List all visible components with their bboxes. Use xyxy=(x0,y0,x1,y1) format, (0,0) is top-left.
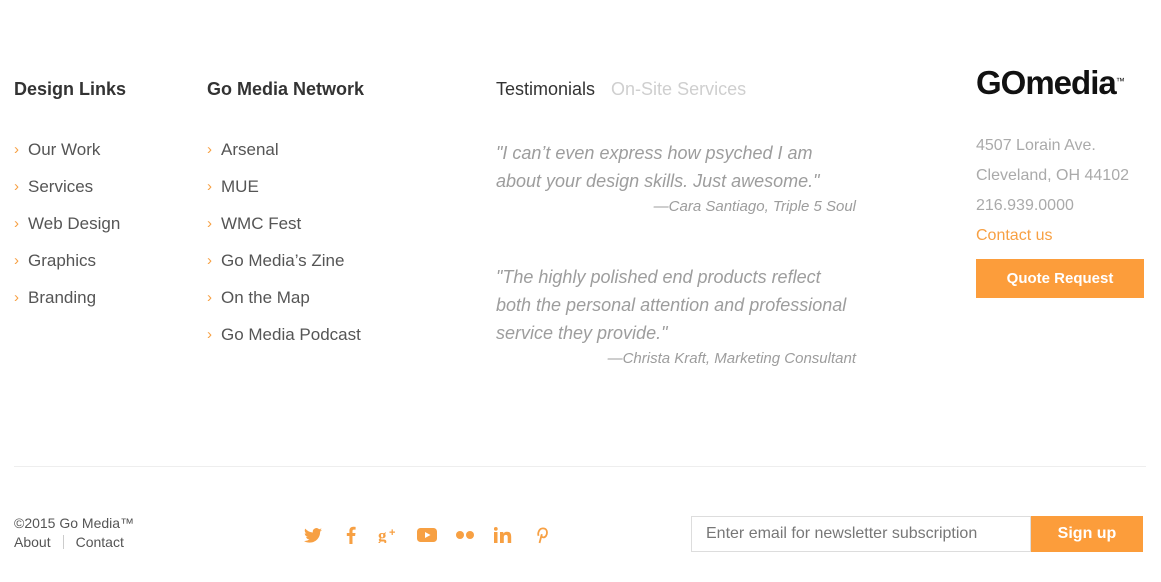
svg-text:g: g xyxy=(378,527,387,543)
network-link-mue[interactable]: › MUE xyxy=(207,177,361,214)
testimonial-quote: "The highly polished end products reflec… xyxy=(496,263,856,369)
network-link-zine[interactable]: › Go Media’s Zine xyxy=(207,251,361,288)
link-separator xyxy=(62,535,64,549)
footer-links: About Contact xyxy=(14,532,134,552)
sign-up-button[interactable]: Sign up xyxy=(1031,516,1143,552)
about-link[interactable]: About xyxy=(14,532,51,552)
footer-divider xyxy=(14,466,1146,467)
link-label: Go Media’s Zine xyxy=(221,251,345,270)
network-link-podcast[interactable]: › Go Media Podcast xyxy=(207,325,361,362)
quote-author: —Cara Santiago, Triple 5 Soul xyxy=(653,198,856,215)
tab-on-site-services[interactable]: On-Site Services xyxy=(611,78,746,100)
design-link-services[interactable]: › Services xyxy=(14,177,120,214)
chevron-right-icon: › xyxy=(207,252,212,269)
link-label: On the Map xyxy=(221,288,310,307)
link-label: Graphics xyxy=(28,251,97,270)
chevron-right-icon: › xyxy=(207,141,212,158)
pinterest-icon[interactable] xyxy=(530,524,552,546)
twitter-icon[interactable] xyxy=(302,524,324,546)
link-label: Web Design xyxy=(28,214,121,233)
design-link-our-work[interactable]: › Our Work xyxy=(14,140,120,177)
testimonials-column: Testimonials On-Site Services "I can’t e… xyxy=(496,78,876,367)
chevron-right-icon: › xyxy=(207,215,212,232)
link-label: Arsenal xyxy=(221,140,279,159)
phone-number: 216.939.0000 xyxy=(976,197,1074,214)
svg-text:+: + xyxy=(389,527,395,539)
quote-text: "The highly polished end products reflec… xyxy=(496,267,847,343)
chevron-right-icon: › xyxy=(14,215,19,232)
link-label: Services xyxy=(28,177,94,196)
network-links-list: › Arsenal › MUE › WMC Fest › Go Media’s Zine… xyxy=(207,140,361,362)
social-icons: g + xyxy=(302,524,552,546)
address-line2: Cleveland, OH 44102 xyxy=(976,167,1129,184)
link-label: Branding xyxy=(28,288,97,307)
google-plus-icon[interactable]: g + xyxy=(378,524,400,546)
design-link-web-design[interactable]: › Web Design xyxy=(14,214,120,251)
chevron-right-icon: › xyxy=(207,326,212,343)
contact-column: GOmedia™ 4507 Lorain Ave. Cleveland, OH … xyxy=(976,66,1146,298)
link-label: Go Media Podcast xyxy=(221,325,361,344)
newsletter-form: Sign up xyxy=(691,516,1143,552)
quote-text: "I can’t even express how psyched I am a… xyxy=(496,143,820,191)
link-label: Our Work xyxy=(28,140,101,159)
design-links-column: Design Links › Our Work › Services › Web De… xyxy=(14,78,127,307)
quote-request-button[interactable]: Quote Request xyxy=(976,259,1144,298)
contact-us-link[interactable]: Contact us xyxy=(976,221,1146,251)
linkedin-icon[interactable] xyxy=(492,524,514,546)
chevron-right-icon: › xyxy=(14,289,19,306)
footer-legal: ©2015 Go Media™ About Contact xyxy=(14,514,134,552)
chevron-right-icon: › xyxy=(14,141,19,158)
link-label: MUE xyxy=(221,177,259,196)
network-title: Go Media Network xyxy=(207,79,365,99)
go-media-logo[interactable]: GOmedia™ xyxy=(976,66,1146,99)
design-links-list: › Our Work › Services › Web Design › Graphic… xyxy=(14,140,120,325)
network-link-arsenal[interactable]: › Arsenal xyxy=(207,140,361,177)
testimonials-tabs: Testimonials On-Site Services xyxy=(496,78,876,100)
address-block: 4507 Lorain Ave. Cleveland, OH 44102 216… xyxy=(976,131,1146,221)
design-link-graphics[interactable]: › Graphics xyxy=(14,251,120,288)
chevron-right-icon: › xyxy=(207,178,212,195)
chevron-right-icon: › xyxy=(207,289,212,306)
testimonial-quote: "I can’t even express how psyched I am a… xyxy=(496,139,856,217)
network-column: Go Media Network › Arsenal › MUE › WMC Fest… xyxy=(207,78,365,344)
quote-author: —Christa Kraft, Marketing Consultant xyxy=(607,350,856,367)
flickr-icon[interactable] xyxy=(454,524,476,546)
chevron-right-icon: › xyxy=(14,252,19,269)
logo-trademark: ™ xyxy=(1115,76,1125,86)
logo-text: GOmedia xyxy=(976,64,1117,101)
chevron-right-icon: › xyxy=(14,178,19,195)
youtube-icon[interactable] xyxy=(416,524,438,546)
newsletter-email-input[interactable] xyxy=(691,516,1031,552)
contact-link[interactable]: Contact xyxy=(76,532,124,552)
design-link-branding[interactable]: › Branding xyxy=(14,288,120,325)
tab-testimonials[interactable]: Testimonials xyxy=(496,78,595,100)
design-links-title: Design Links xyxy=(14,79,127,99)
address-line1: 4507 Lorain Ave. xyxy=(976,137,1096,154)
facebook-icon[interactable] xyxy=(340,524,362,546)
network-link-wmc-fest[interactable]: › WMC Fest xyxy=(207,214,361,251)
network-link-on-the-map[interactable]: › On the Map xyxy=(207,288,361,325)
copyright: ©2015 Go Media™ xyxy=(14,515,135,531)
link-label: WMC Fest xyxy=(221,214,302,233)
